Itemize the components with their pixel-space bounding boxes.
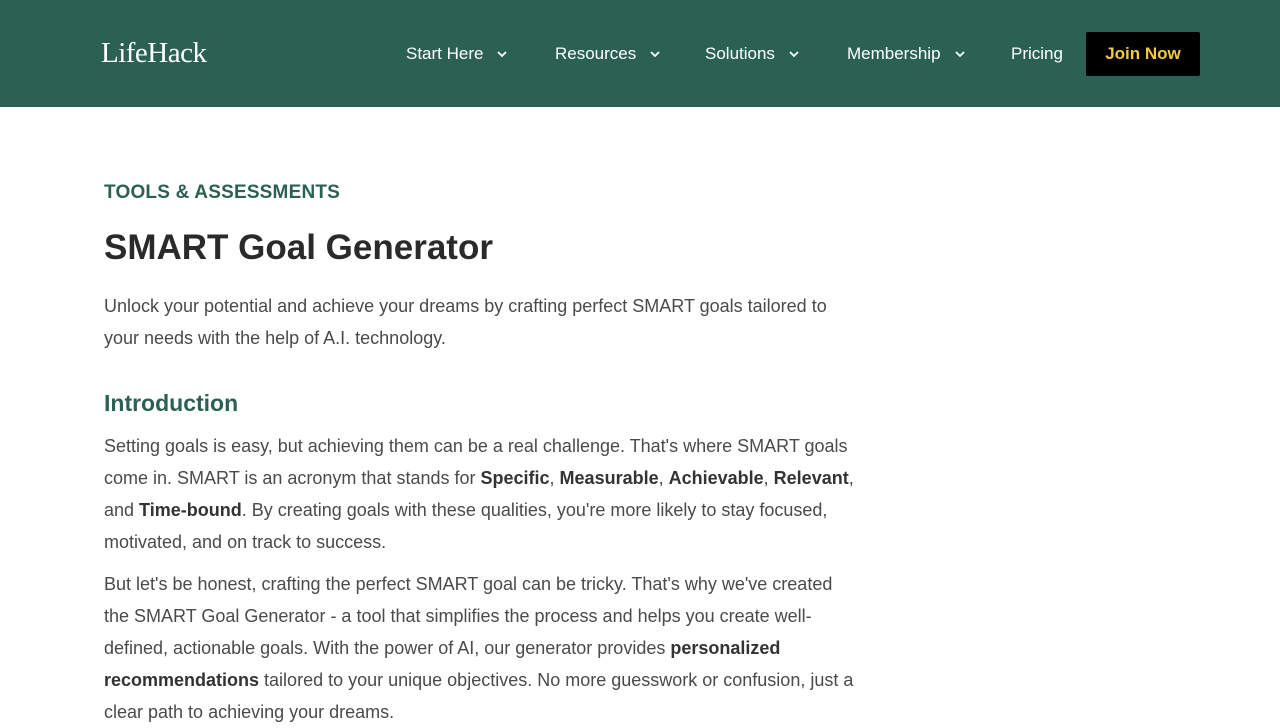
site-header: LifeHack Start Here Resources Solutions …	[0, 0, 1280, 107]
bold-term: Relevant	[773, 468, 849, 488]
nav-membership[interactable]: Membership	[847, 43, 967, 65]
nav-label: Solutions	[705, 44, 775, 63]
chevron-down-icon	[789, 51, 799, 58]
text-run: ,	[549, 468, 560, 488]
nav-start-here[interactable]: Start Here	[406, 43, 509, 65]
page-title: SMART Goal Generator	[104, 228, 493, 267]
nav-label: Pricing	[1011, 44, 1063, 63]
chevron-down-icon	[954, 51, 965, 58]
intro-paragraph-2: But let's be honest, crafting the perfec…	[104, 568, 860, 728]
chevron-down-icon	[650, 51, 660, 58]
join-now-button[interactable]: Join Now	[1086, 32, 1200, 76]
nav-pricing[interactable]: Pricing	[1011, 43, 1063, 65]
nav-resources[interactable]: Resources	[555, 43, 662, 65]
section-heading-introduction: Introduction	[104, 390, 239, 416]
nav-label: Start Here	[406, 44, 484, 63]
category-eyebrow[interactable]: TOOLS & ASSESSMENTS	[104, 182, 340, 204]
chevron-down-icon	[497, 51, 508, 58]
bold-term: Measurable	[559, 468, 659, 488]
nav-label: Membership	[847, 44, 941, 63]
bold-term: Time-bound	[139, 500, 242, 520]
bold-term: Specific	[480, 468, 550, 488]
text-run: ,	[658, 468, 669, 488]
lifehack-logo[interactable]: LifeHack	[101, 36, 207, 70]
lead-paragraph: Unlock your potential and achieve your d…	[104, 296, 827, 348]
nav-label: Resources	[555, 44, 637, 63]
intro-paragraph-1: Setting goals is easy, but achieving the…	[104, 430, 860, 558]
text-run: ,	[763, 468, 774, 488]
nav-solutions[interactable]: Solutions	[705, 43, 801, 65]
bold-term: Achievable	[668, 468, 764, 488]
